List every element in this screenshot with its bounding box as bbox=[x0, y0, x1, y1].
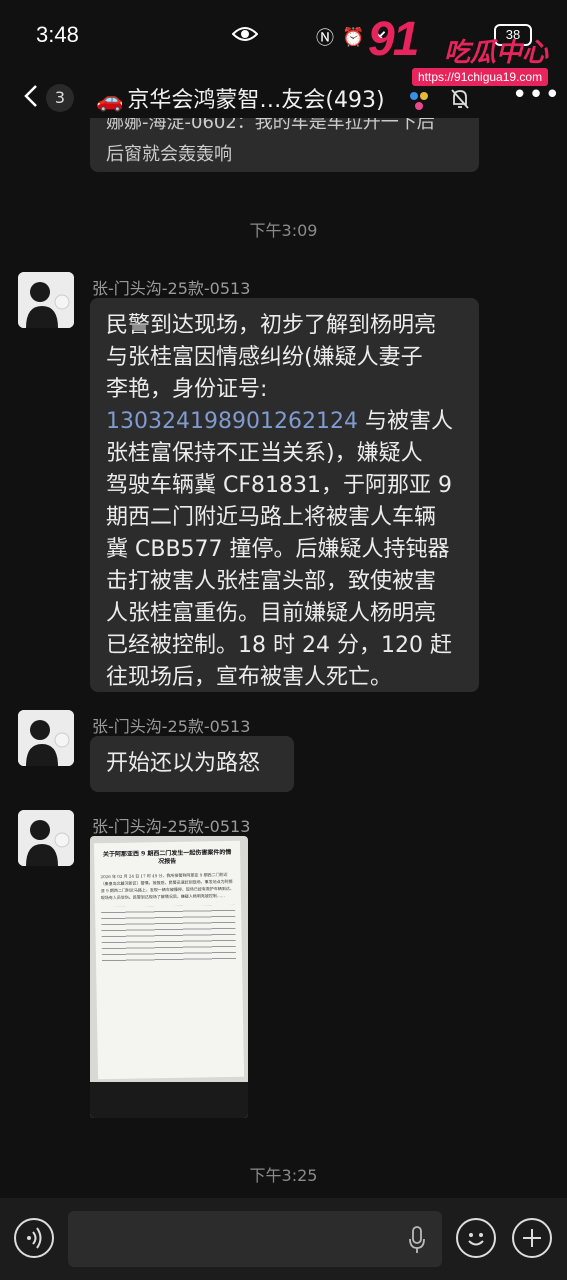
group-app-icon bbox=[410, 92, 428, 110]
message-line: 驾驶车辆冀 CF81831，于阿那亚 9 bbox=[106, 473, 452, 498]
voice-input-button[interactable] bbox=[14, 1218, 54, 1258]
message-text: 娜娜-海淀-0602：我的车是车拉开一下后 bbox=[106, 118, 435, 133]
sender-name: 张-门头沟-25款-0513 bbox=[92, 817, 251, 836]
message-timestamp: 下午3:25 bbox=[249, 1166, 318, 1185]
more-options-icon[interactable]: ••• bbox=[512, 80, 561, 110]
voice-icon bbox=[27, 1227, 42, 1249]
message-line: 张桂富保持不正当关系)，嫌疑人 bbox=[106, 441, 423, 466]
message-line: 往现场后，宣布被害人死亡。 bbox=[106, 665, 393, 690]
chat-title[interactable]: 🚗 京华会鸿蒙智…友会(493) bbox=[96, 82, 385, 114]
message-line: 冀 CBB577 撞停。后嫌疑人持钝器 bbox=[106, 537, 450, 562]
emoji-icon bbox=[468, 1233, 484, 1246]
message-bubble[interactable]: 开始还以为路怒 bbox=[90, 736, 294, 792]
message-text: 后窗就会轰轰响 bbox=[106, 144, 232, 165]
sender-name: 张-门头沟-25款-0513 bbox=[92, 717, 251, 736]
message-input[interactable] bbox=[68, 1211, 442, 1267]
eye-icon bbox=[232, 27, 258, 41]
message-line: 击打被害人张桂富头部，致使被害 bbox=[106, 569, 437, 594]
alarm-icon: ⏰ bbox=[342, 26, 365, 48]
unread-count-badge[interactable]: 3 bbox=[46, 84, 74, 112]
document-title: 关于阿那亚西 9 期西二门发生一起伤害案件的情况报告 bbox=[102, 848, 232, 866]
id-number-link[interactable]: 130324198901262124 bbox=[106, 409, 358, 434]
message-line: 已经被控制。18 时 24 分，120 赶 bbox=[106, 633, 452, 658]
previous-message-bubble: 娜娜-海淀-0602：我的车是车拉开一下后 后窗就会轰轰响 bbox=[90, 118, 479, 172]
message-line: 李艳，身份证号: bbox=[106, 377, 268, 402]
watermark-text: 吃瓜中心 bbox=[444, 38, 549, 68]
avatar[interactable] bbox=[18, 272, 74, 328]
mute-bell-icon bbox=[451, 89, 469, 109]
chat-title-text: 京华会鸿蒙智…友会(493) bbox=[127, 88, 385, 113]
nfc-icon: Ⓝ bbox=[316, 28, 334, 49]
avatar[interactable] bbox=[18, 710, 74, 766]
message-line: 民警到达现场，初步了解到杨明亮 bbox=[106, 313, 437, 338]
input-bar bbox=[0, 1198, 567, 1280]
document-lines bbox=[101, 904, 237, 964]
watermark-number: 91 bbox=[368, 13, 419, 66]
message-text: 开始还以为路怒 bbox=[106, 751, 261, 776]
back-arrow-icon[interactable] bbox=[20, 82, 44, 110]
car-icon: 🚗 bbox=[96, 88, 124, 113]
document-photo: 关于阿那亚西 9 期西二门发生一起伤害案件的情况报告 2026 年 02 月 2… bbox=[93, 840, 245, 1080]
message-bubble[interactable]: 民警到达现场，初步了解到杨明亮 与张桂富因情感纠纷(嫌疑人妻子 李艳，身份证号:… bbox=[90, 298, 479, 692]
status-time: 3:48 bbox=[36, 22, 79, 47]
chat-header: 3 🚗 京华会鸿蒙智…友会(493) ••• bbox=[0, 72, 567, 122]
document-body: 2026 年 02 月 24 日 17 时 49 分，我所接警称阿那亚 9 期西… bbox=[100, 871, 234, 901]
avatar[interactable] bbox=[18, 810, 74, 866]
add-attachment-button[interactable] bbox=[512, 1218, 552, 1258]
microphone-icon[interactable] bbox=[408, 1226, 426, 1254]
message-line: 期西二门附近马路上将被害人车辆 bbox=[106, 505, 437, 530]
message-line: 与张桂富因情感纠纷(嫌疑人妻子 bbox=[106, 345, 423, 370]
plus-icon bbox=[523, 1229, 541, 1247]
photo-background bbox=[90, 1082, 248, 1118]
message-timestamp: 下午3:09 bbox=[249, 221, 318, 240]
image-message[interactable]: 关于阿那亚西 9 期西二门发生一起伤害案件的情况报告 2026 年 02 月 2… bbox=[90, 836, 248, 1118]
emoji-button[interactable] bbox=[456, 1218, 496, 1258]
message-line: 130324198901262124 与被害人 bbox=[106, 409, 453, 434]
message-line: 人张桂富重伤。目前嫌疑人杨明亮 bbox=[106, 601, 437, 626]
sender-name: 张-门头沟-25款-0513 bbox=[92, 279, 251, 298]
